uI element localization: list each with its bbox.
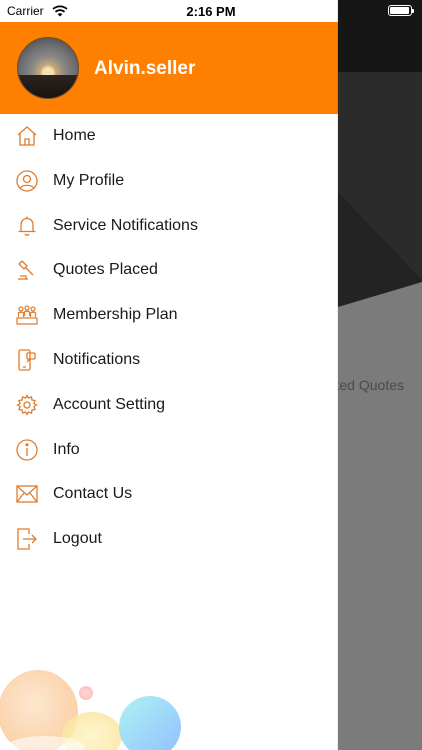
navigation-drawer: Alvin.seller Home My Profile Service Not…	[0, 0, 338, 750]
home-icon	[17, 126, 37, 146]
user-icon	[16, 170, 38, 192]
drawer-menu: Home My Profile Service Notifications Qu…	[0, 114, 338, 562]
battery-icon	[388, 5, 414, 16]
background-quotes-label: ted Quotes	[338, 377, 404, 393]
gavel-icon	[18, 260, 34, 281]
drawer-header: Alvin.seller	[0, 22, 338, 114]
team-icon	[16, 305, 38, 325]
menu-label-service-notifications: Service Notifications	[53, 216, 198, 234]
menu-label-info: Info	[53, 440, 80, 458]
menu-label-quotes-placed: Quotes Placed	[53, 261, 158, 279]
menu-item-logout[interactable]: Logout	[0, 517, 338, 562]
menu-label-account-setting: Account Setting	[53, 395, 166, 413]
gear-icon	[16, 394, 38, 416]
menu-label-logout: Logout	[53, 530, 102, 548]
status-bar: Carrier 2:16 PM	[0, 0, 422, 22]
menu-item-my-profile[interactable]: My Profile	[0, 159, 338, 204]
avatar-ground	[18, 75, 78, 98]
status-time: 2:16 PM	[186, 4, 236, 19]
phone-notification-icon	[18, 349, 36, 371]
menu-item-account-setting[interactable]: Account Setting	[0, 383, 338, 428]
mail-icon	[16, 485, 38, 504]
info-icon	[16, 438, 38, 461]
avatar[interactable]	[17, 37, 79, 99]
menu-item-home[interactable]: Home	[0, 114, 338, 159]
user-name: Alvin.seller	[94, 58, 196, 79]
menu-label-notifications: Notifications	[53, 350, 141, 368]
menu-item-service-notifications[interactable]: Service Notifications	[0, 204, 338, 249]
menu-item-quotes-placed[interactable]: Quotes Placed	[0, 248, 338, 293]
menu-label-contact-us: Contact Us	[53, 485, 133, 503]
menu-item-notifications[interactable]: Notifications	[0, 338, 338, 383]
battery-fill	[390, 7, 409, 14]
menu-item-membership-plan[interactable]: Membership Plan	[0, 293, 338, 338]
decorative-bubbles	[0, 670, 181, 750]
background-quotes-text: ted Quotes	[338, 376, 422, 396]
bell-icon	[18, 216, 36, 236]
menu-label-home: Home	[53, 127, 96, 144]
logout-icon	[17, 528, 37, 550]
menu-label-membership-plan: Membership Plan	[53, 306, 178, 324]
drawer-edge	[337, 0, 338, 750]
menu-label-my-profile: My Profile	[53, 171, 125, 189]
menu-item-info[interactable]: Info	[0, 428, 338, 473]
menu-item-contact-us[interactable]: Contact Us	[0, 472, 338, 517]
